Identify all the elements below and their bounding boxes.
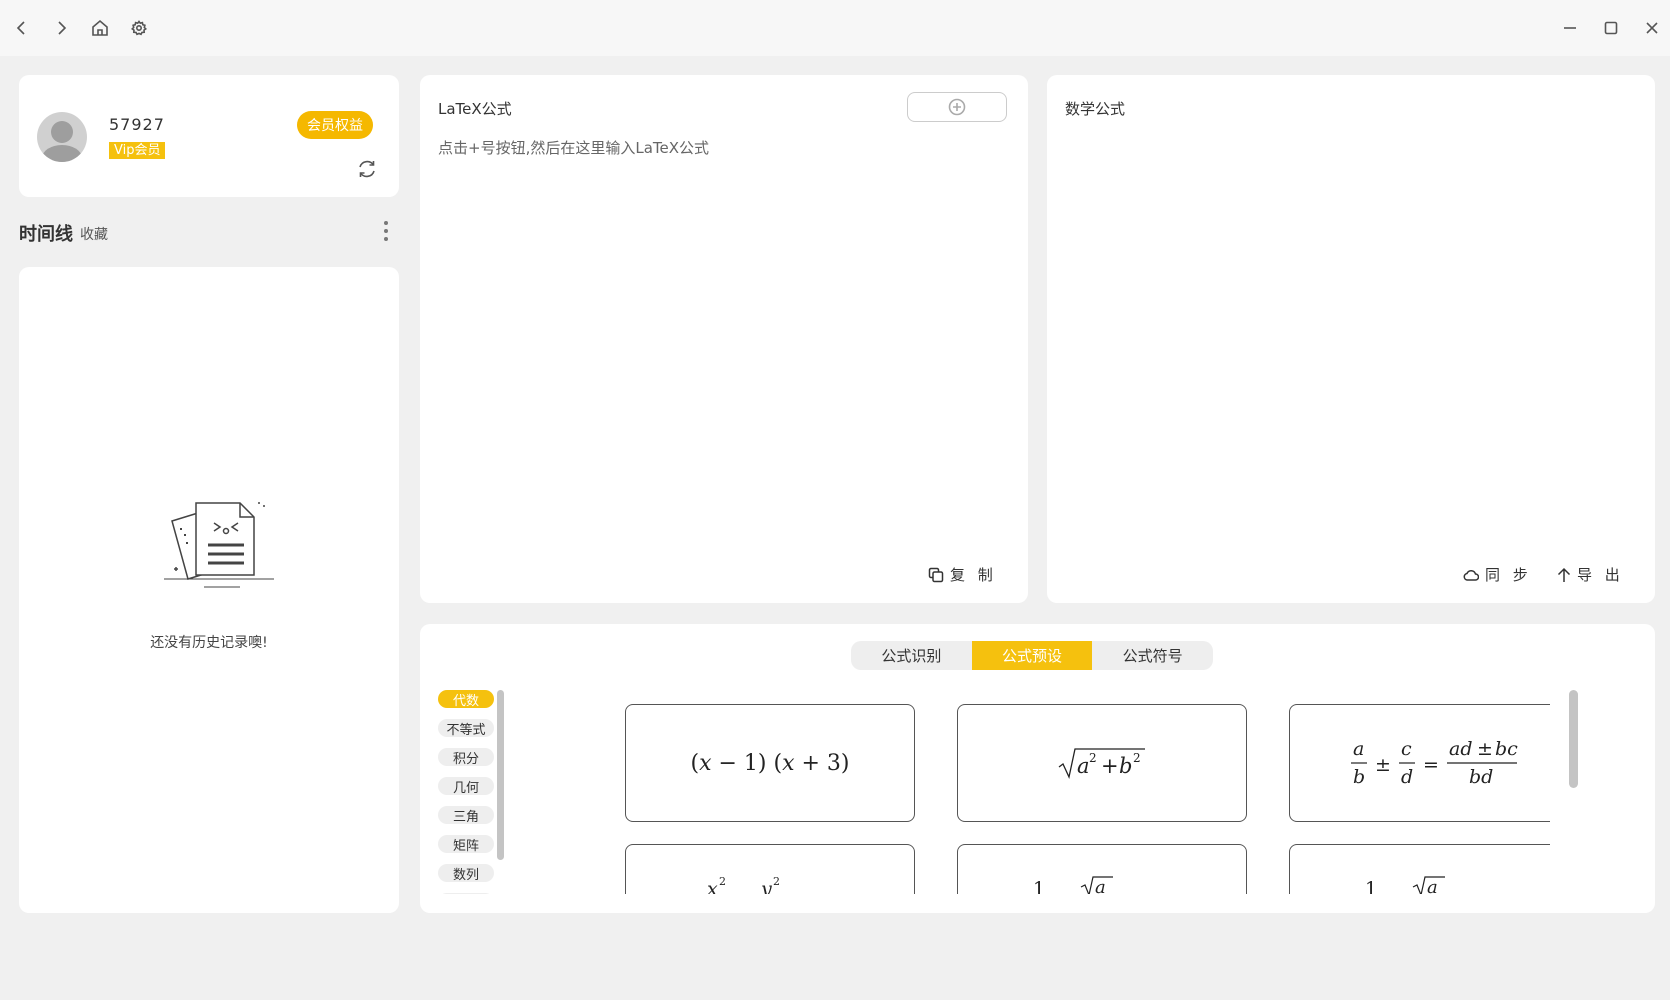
member-benefits-button[interactable]: 会员权益: [297, 111, 373, 139]
svg-text:c: c: [1401, 738, 1412, 760]
formula-card-factored-product[interactable]: (x − 1) (x + 3): [625, 704, 915, 822]
svg-text:2: 2: [1089, 751, 1097, 765]
svg-text:bd: bd: [1469, 766, 1493, 788]
category-scrollbar[interactable]: [497, 690, 504, 860]
category-inequality[interactable]: 不等式: [438, 719, 494, 738]
forward-icon: [58, 21, 67, 35]
home-icon: [92, 19, 108, 36]
formula-image: 1>0 a: [1365, 876, 1445, 894]
svg-text:=: =: [1423, 754, 1439, 776]
svg-text:y: y: [760, 878, 772, 894]
timeline-tab[interactable]: 时间线: [19, 220, 73, 246]
svg-text:1: 1: [1365, 878, 1377, 894]
formula-preset-panel: 公式识别 公式预设 公式符号 代数 不等式 积分 几何 三角 矩阵 数列 统计 …: [420, 624, 1655, 913]
avatar[interactable]: [37, 112, 87, 162]
svg-text:a: a: [1095, 877, 1106, 894]
home-button[interactable]: [86, 14, 114, 42]
mode-tabs: 公式识别 公式预设 公式符号: [851, 641, 1213, 670]
latex-panel-title: LaTeX公式: [438, 100, 512, 118]
profile-card: 57927 Vip会员 会员权益: [19, 75, 399, 197]
vip-badge: Vip会员: [109, 142, 166, 159]
close-button[interactable]: [1638, 14, 1666, 42]
settings-button[interactable]: [125, 14, 153, 42]
plus-circle-icon: [948, 98, 966, 116]
more-options-icon[interactable]: [376, 217, 396, 245]
svg-text:+: +: [1101, 754, 1119, 778]
svg-text:d: d: [1401, 766, 1413, 788]
formula-card-root-inequality-2[interactable]: 1>0 a: [1289, 844, 1550, 894]
forward-button[interactable]: [47, 14, 75, 42]
sync-button[interactable]: 同 步: [1463, 564, 1532, 585]
empty-history-text: 还没有历史记录噢!: [150, 635, 268, 651]
formula-grid: (x − 1) (x + 3) a 2 + b 2 ab cd adbc bd: [620, 704, 1550, 894]
formula-image: xy 22 1: [707, 875, 780, 894]
history-card: 还没有历史记录噢!: [19, 267, 399, 913]
category-integral[interactable]: 积分: [438, 748, 494, 767]
refresh-icon[interactable]: [356, 158, 378, 180]
empty-history-illustration: [164, 499, 284, 599]
svg-text:b: b: [1119, 754, 1132, 778]
minimize-icon: [1564, 27, 1576, 29]
sync-label: 同 步: [1485, 566, 1532, 584]
export-label: 导 出: [1577, 566, 1624, 584]
minimize-button[interactable]: [1556, 14, 1584, 42]
formula-card-ellipse[interactable]: xy 22 1: [625, 844, 915, 894]
math-panel: 数学公式 同 步 导 出: [1047, 75, 1655, 603]
svg-text:±: ±: [1477, 738, 1493, 760]
category-geometry[interactable]: 几何: [438, 777, 494, 796]
formula-image: (x − 1) (x + 3): [690, 750, 850, 776]
tab-formula-symbols[interactable]: 公式符号: [1092, 641, 1213, 670]
svg-text:a: a: [1353, 738, 1364, 760]
category-statistics[interactable]: 统计: [438, 893, 494, 894]
svg-text:2: 2: [1133, 751, 1141, 765]
svg-text:±: ±: [1375, 754, 1391, 776]
category-sequence[interactable]: 数列: [438, 864, 494, 883]
export-button[interactable]: 导 出: [1557, 564, 1624, 585]
category-list: 代数 不等式 积分 几何 三角 矩阵 数列 统计: [438, 690, 496, 894]
svg-text:b: b: [1353, 766, 1365, 788]
title-bar: [0, 0, 1670, 56]
formula-grid-scrollbar[interactable]: [1569, 690, 1578, 788]
close-icon: [1646, 22, 1658, 34]
math-panel-title: 数学公式: [1065, 100, 1126, 118]
user-silhouette-icon: [42, 121, 82, 162]
svg-text:2: 2: [773, 875, 780, 888]
cloud-icon: [1463, 569, 1479, 581]
back-button[interactable]: [8, 14, 36, 42]
svg-text:2: 2: [719, 875, 726, 888]
maximize-button[interactable]: [1597, 14, 1625, 42]
svg-text:ad: ad: [1449, 738, 1473, 760]
settings-icon: [131, 20, 147, 36]
formula-image: a 2 + b 2: [1058, 748, 1145, 780]
add-formula-button[interactable]: [907, 92, 1007, 122]
arrow-up-icon: [1557, 567, 1571, 582]
formula-card-hypotenuse[interactable]: a 2 + b 2: [957, 704, 1247, 822]
maximize-icon: [1604, 21, 1618, 35]
latex-input-placeholder[interactable]: 点击+号按钮,然后在这里输入LaTeX公式: [438, 137, 709, 158]
svg-text:a: a: [1427, 877, 1438, 894]
category-matrix[interactable]: 矩阵: [438, 835, 494, 854]
username: 57927: [109, 115, 165, 134]
copy-label: 复 制: [950, 566, 997, 584]
tab-formula-presets[interactable]: 公式预设: [971, 641, 1093, 670]
copy-button[interactable]: 复 制: [928, 564, 997, 585]
formula-card-root-inequality-1[interactable]: 1>0 a: [957, 844, 1247, 894]
svg-text:a: a: [1077, 754, 1090, 778]
formula-image: ab cd ad bc bd ± = ±: [1351, 738, 1518, 788]
svg-text:bc: bc: [1495, 738, 1518, 760]
latex-panel: LaTeX公式 点击+号按钮,然后在这里输入LaTeX公式 复 制: [420, 75, 1028, 603]
formula-card-fraction-sum[interactable]: ab cd ad bc bd ± = ±: [1289, 704, 1550, 822]
favorites-tab[interactable]: 收藏: [80, 224, 108, 244]
svg-text:x: x: [707, 878, 718, 894]
tab-formula-recognition[interactable]: 公式识别: [851, 641, 972, 670]
copy-icon: [928, 567, 944, 582]
category-trigonometry[interactable]: 三角: [438, 806, 494, 825]
category-algebra[interactable]: 代数: [438, 690, 494, 709]
formula-image: 1>0 a: [1033, 876, 1113, 894]
svg-text:1: 1: [1033, 878, 1045, 894]
back-icon: [16, 21, 25, 35]
